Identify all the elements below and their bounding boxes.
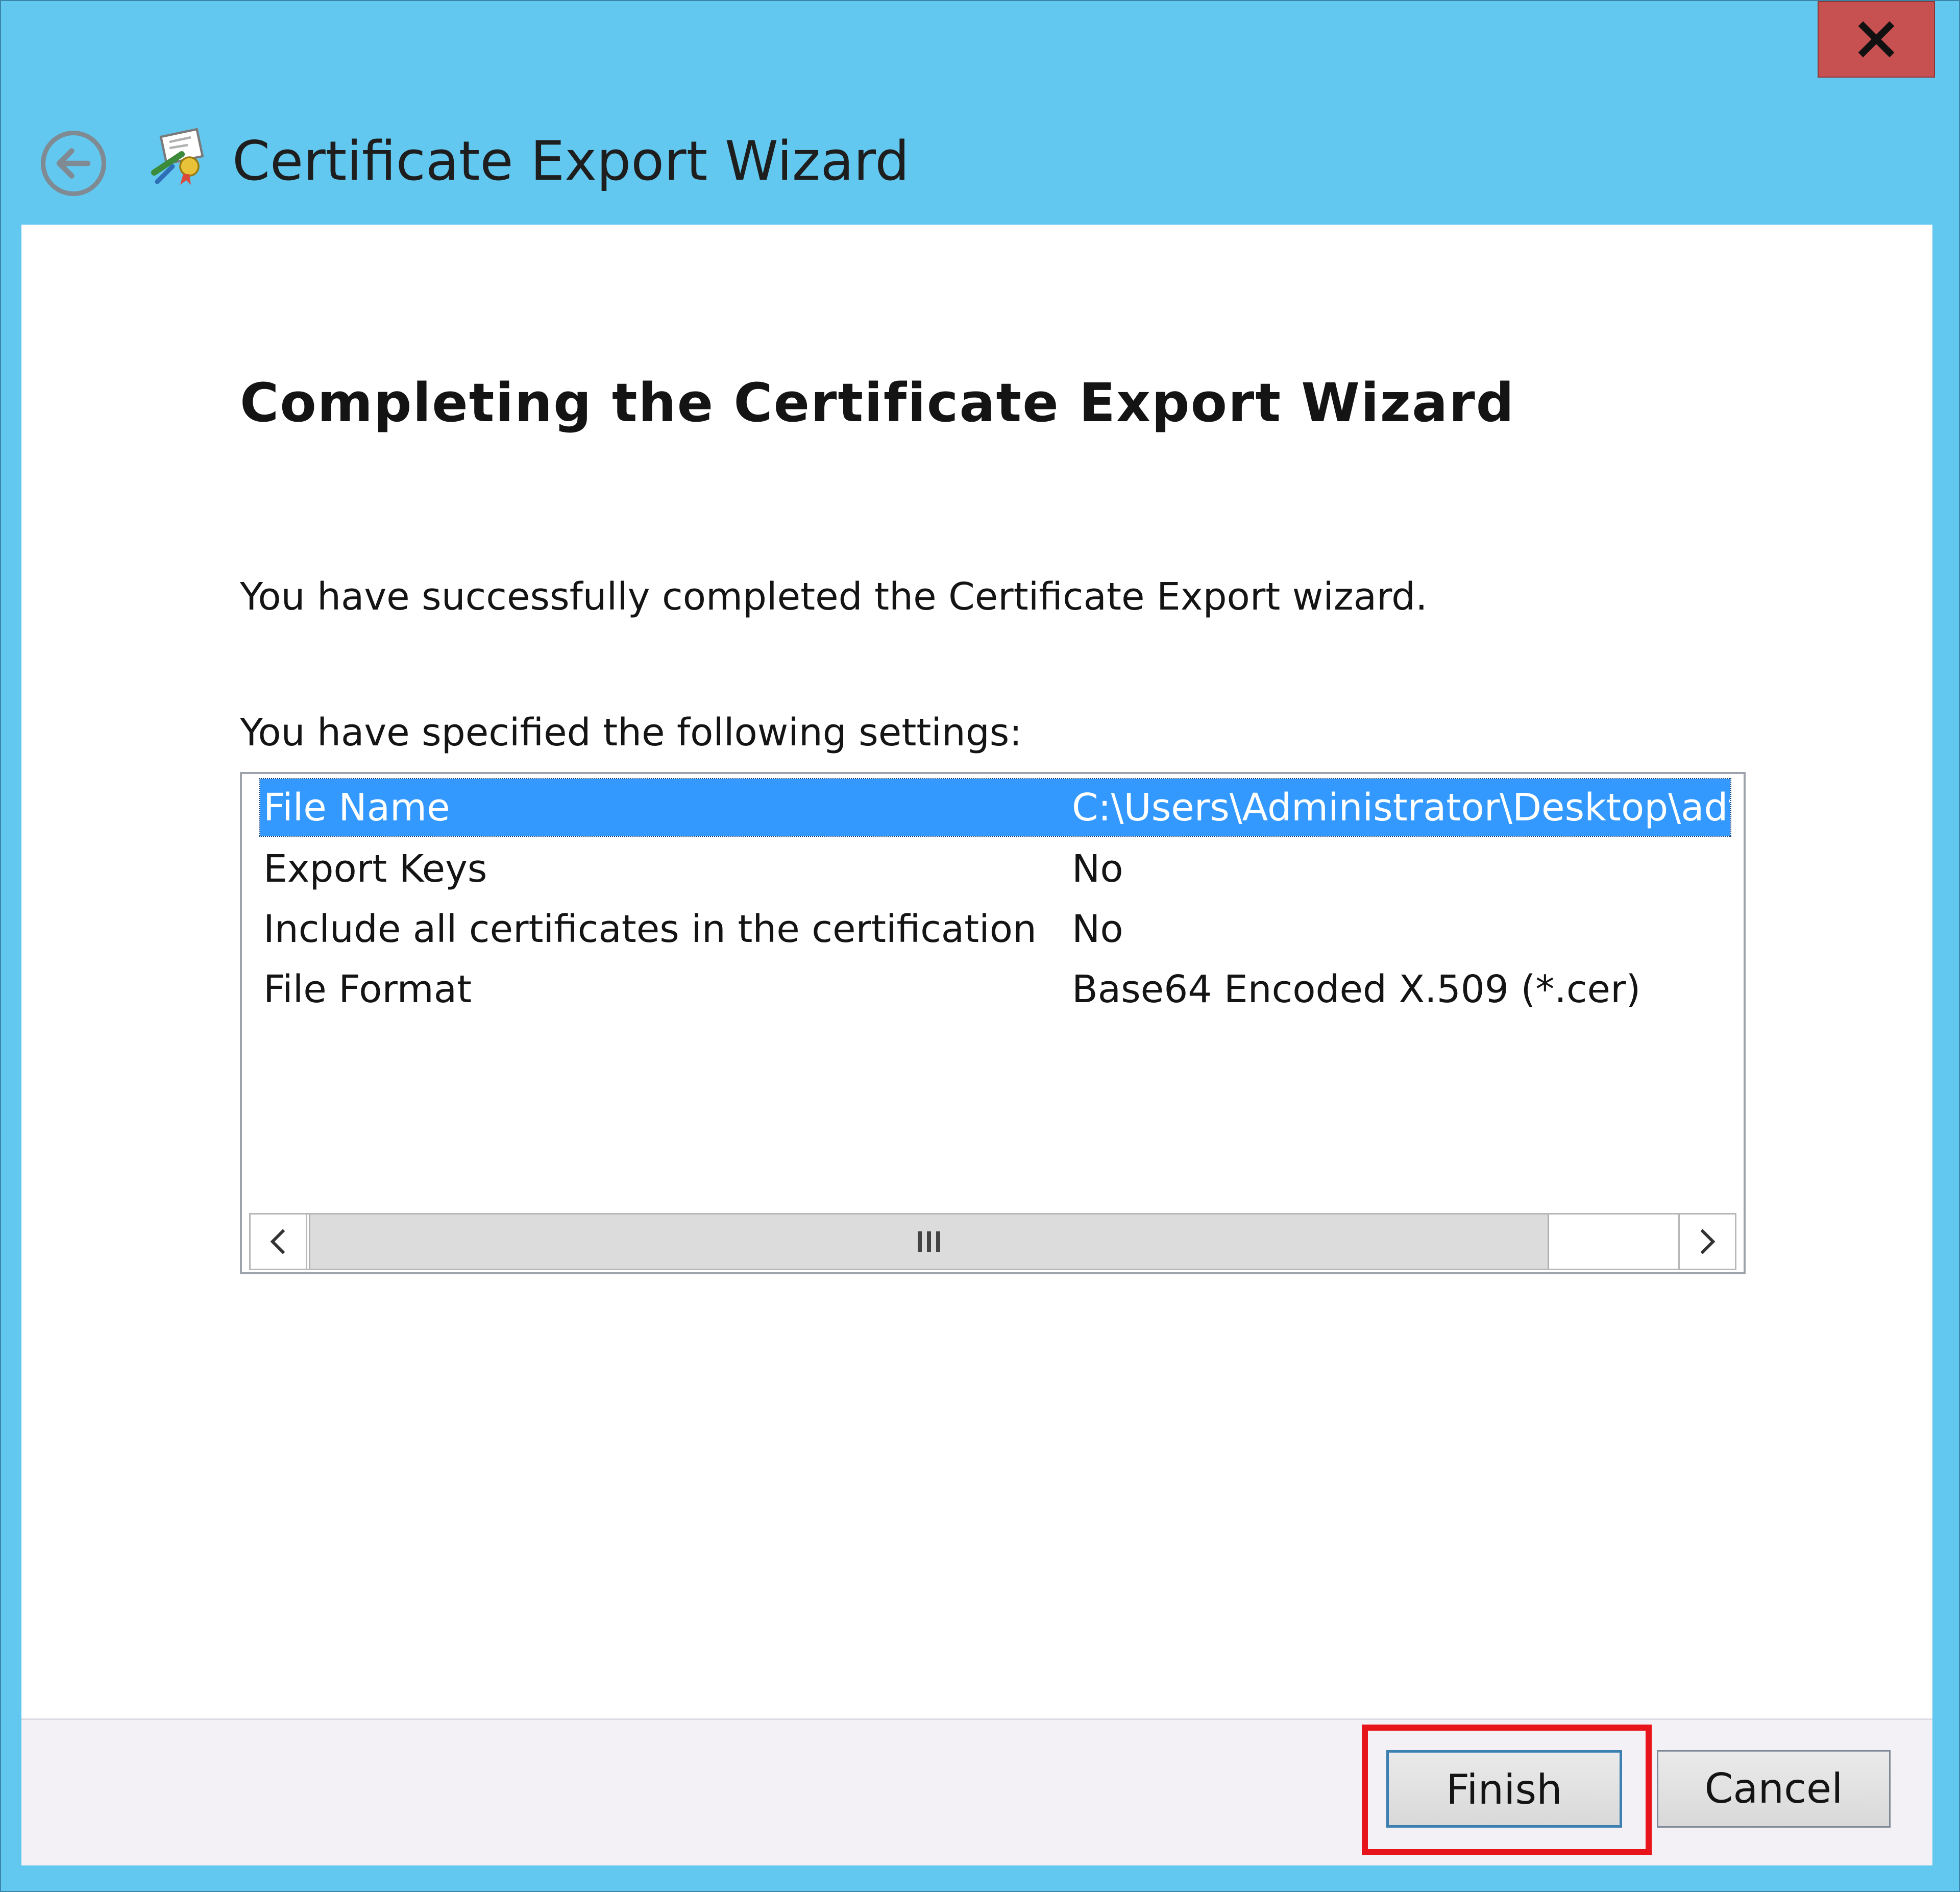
page-heading: Completing the Certificate Export Wizard bbox=[240, 372, 1515, 434]
grip-icon bbox=[918, 1231, 940, 1252]
cancel-button[interactable]: Cancel bbox=[1657, 1750, 1891, 1828]
list-item[interactable]: File Name C:\Users\Administrator\Desktop… bbox=[259, 778, 1731, 837]
setting-value: No bbox=[1072, 907, 1123, 951]
chevron-right-icon bbox=[1700, 1229, 1716, 1254]
setting-value: C:\Users\Administrator\Desktop\adfs-c bbox=[1072, 786, 1730, 830]
setting-name: File Name bbox=[263, 786, 450, 830]
setting-name: Include all certificates in the certific… bbox=[263, 907, 1049, 951]
chevron-left-icon bbox=[270, 1229, 285, 1254]
certificate-wizard-icon bbox=[151, 128, 204, 185]
success-message: You have successfully completed the Cert… bbox=[240, 575, 1428, 619]
close-button[interactable] bbox=[1818, 1, 1935, 78]
setting-name: Export Keys bbox=[263, 847, 487, 891]
close-icon bbox=[1858, 21, 1895, 58]
finish-button[interactable]: Finish bbox=[1386, 1750, 1622, 1828]
certificate-export-wizard-window: Certificate Export Wizard Completing the… bbox=[0, 0, 1960, 1892]
back-arrow-icon[interactable] bbox=[38, 128, 109, 199]
scroll-left-button[interactable] bbox=[251, 1215, 307, 1269]
scroll-thumb[interactable] bbox=[309, 1215, 1549, 1269]
list-item[interactable]: File Format Base64 Encoded X.509 (*.cer) bbox=[260, 961, 1730, 1018]
list-item[interactable]: Include all certificates in the certific… bbox=[260, 901, 1730, 958]
horizontal-scrollbar[interactable] bbox=[249, 1213, 1736, 1270]
window-title: Certificate Export Wizard bbox=[232, 130, 910, 192]
list-item[interactable]: Export Keys No bbox=[260, 840, 1730, 898]
settings-intro-label: You have specified the following setting… bbox=[240, 711, 1022, 755]
scroll-right-button[interactable] bbox=[1678, 1215, 1735, 1269]
setting-value: Base64 Encoded X.509 (*.cer) bbox=[1072, 967, 1641, 1011]
settings-list[interactable]: File Name C:\Users\Administrator\Desktop… bbox=[240, 772, 1746, 1274]
setting-value: No bbox=[1072, 847, 1123, 891]
wizard-footer bbox=[21, 1718, 1932, 1865]
setting-name: File Format bbox=[263, 967, 472, 1011]
